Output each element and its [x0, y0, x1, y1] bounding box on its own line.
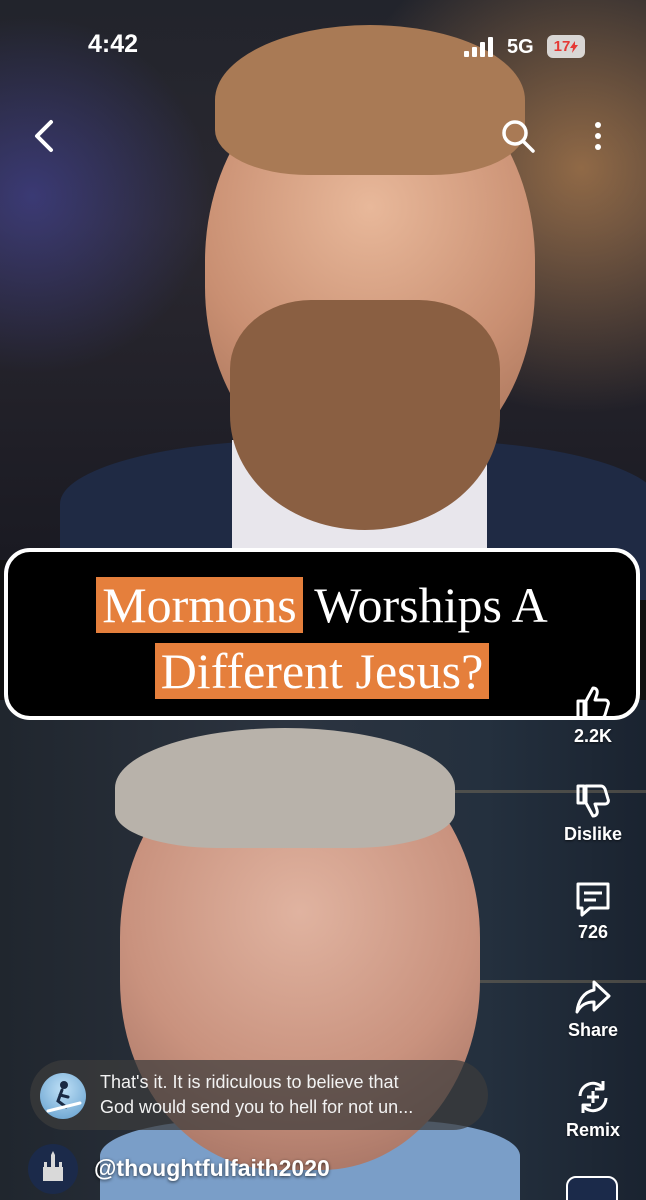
banner-line-2: Different Jesus?: [8, 642, 636, 700]
share-icon: [575, 980, 611, 1014]
banner-highlight: Mormons: [96, 577, 303, 633]
comment-preview[interactable]: That's it. It is ridiculous to believe t…: [30, 1060, 488, 1130]
status-time: 4:42: [88, 30, 139, 58]
comment-text: That's it. It is ridiculous to believe t…: [100, 1070, 472, 1120]
like-button[interactable]: 2.2K: [556, 682, 630, 747]
cellular-signal-icon: [464, 37, 496, 57]
thumbs-up-icon: [576, 686, 610, 720]
banner-line-1: Mormons Worships A: [8, 576, 636, 634]
dislike-button[interactable]: Dislike: [556, 780, 630, 845]
speaker-bottom-hair: [115, 728, 455, 848]
more-vertical-icon: [595, 122, 601, 150]
comment-line-2: God would send you to hell for not un...: [100, 1097, 414, 1117]
search-button[interactable]: [498, 116, 538, 156]
comment-count: 726: [577, 922, 609, 942]
comment-icon: [576, 882, 610, 917]
share-label: Share: [567, 1020, 619, 1040]
channel-handle[interactable]: @thoughtfulfaith2020: [94, 1155, 330, 1182]
banner-highlight: Different Jesus?: [154, 643, 490, 699]
remix-button[interactable]: Remix: [556, 1076, 630, 1141]
video-title-banner: Mormons Worships A Different Jesus?: [4, 548, 640, 720]
temple-logo-icon: [43, 1151, 63, 1181]
remix-icon: [578, 1081, 608, 1113]
sound-thumbnail[interactable]: [566, 1176, 618, 1200]
remix-label: Remix: [565, 1120, 621, 1140]
search-icon: [502, 120, 535, 153]
charging-bolt-icon: [570, 40, 579, 53]
dislike-label: Dislike: [563, 824, 623, 844]
chevron-left-icon: [35, 120, 53, 152]
back-button[interactable]: [24, 116, 64, 156]
battery-level: 17: [553, 38, 571, 55]
speaker-top-beard: [230, 300, 500, 530]
banner-text: Worships A: [314, 577, 548, 633]
thumbs-down-icon: [576, 784, 610, 818]
share-button[interactable]: Share: [556, 976, 630, 1041]
battery-icon: 17: [547, 35, 585, 58]
shorts-player: 4:42 5G 17 Mormons Worships A Different …: [0, 0, 646, 1200]
comments-button[interactable]: 726: [556, 878, 630, 943]
channel-avatar[interactable]: [28, 1144, 78, 1194]
skier-icon: [46, 1081, 82, 1113]
commenter-avatar: [40, 1073, 86, 1119]
more-options-button[interactable]: [578, 116, 618, 156]
comment-line-1: That's it. It is ridiculous to believe t…: [100, 1072, 399, 1092]
network-type: 5G: [507, 36, 534, 58]
like-count: 2.2K: [573, 726, 613, 746]
